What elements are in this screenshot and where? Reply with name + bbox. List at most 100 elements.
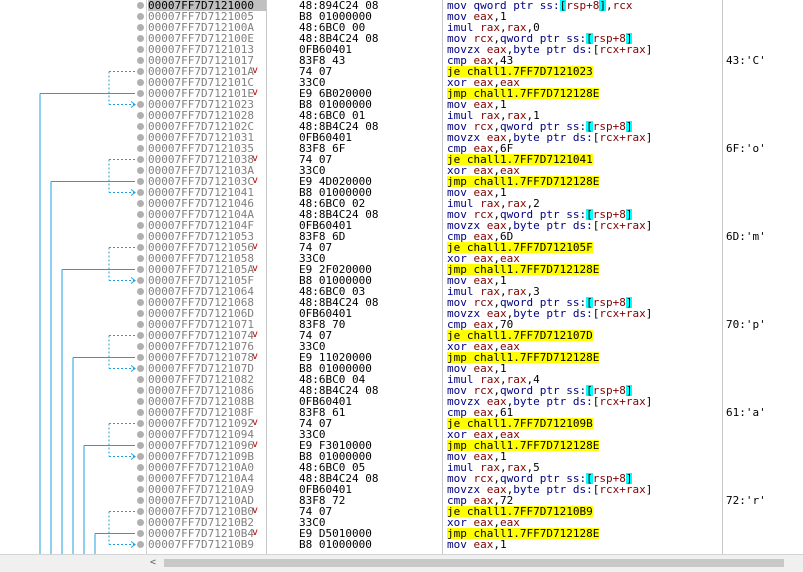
instruction-row[interactable]: 00007FF7D71210B2 33C0 xor eax,eax — [0, 517, 803, 528]
instruction-row[interactable]: 00007FF7D71210A0 48:6BC0 05 imul rax,rax,5 — [0, 462, 803, 473]
instruction-row[interactable]: 00007FF7D712105F B8 01000000 mov eax,1 — [0, 275, 803, 286]
breakpoint-dot-icon[interactable] — [137, 255, 144, 262]
instruction-row[interactable]: 00007FF7D7121038 v 74 07 je chall1.7FF7D712… — [0, 153, 803, 165]
instruction-row[interactable]: 00007FF7D71210A9 0FB60401 movzx eax,byte p… — [0, 484, 803, 495]
breakpoint-dot-icon[interactable] — [137, 321, 144, 328]
instruction-row[interactable]: 00007FF7D712104F 0FB60401 movzx eax,byte p… — [0, 220, 803, 231]
instruction-row[interactable]: 00007FF7D712102C 48:8B4C24 08 mov rcx,qwor… — [0, 121, 803, 132]
instruction-row[interactable]: 00007FF7D712104A 48:8B4C24 08 mov rcx,qwor… — [0, 209, 803, 220]
breakpoint-dot-icon[interactable] — [137, 123, 144, 130]
breakpoint-dot-icon[interactable] — [137, 519, 144, 526]
breakpoint-dot-icon[interactable] — [137, 178, 144, 185]
breakpoint-dot-icon[interactable] — [137, 156, 144, 163]
instruction-row[interactable]: 00007FF7D712100A 48:6BC0 00 imul rax,rax,0 — [0, 22, 803, 33]
instruction-row[interactable]: 00007FF7D7121096 v E9 F3010000 jmp chall1.7… — [0, 439, 803, 451]
instruction-row[interactable]: 00007FF7D712101E v E9 6B020000 jmp chall1.7… — [0, 87, 803, 99]
instruction-row[interactable]: 00007FF7D712107D B8 01000000 mov eax,1 — [0, 363, 803, 374]
instruction-row[interactable]: 00007FF7D7121071 83F8 70 cmp eax,70 70:'p' — [0, 319, 803, 330]
breakpoint-dot-icon[interactable] — [137, 409, 144, 416]
breakpoint-dot-icon[interactable] — [137, 211, 144, 218]
instruction-row[interactable]: 00007FF7D7121068 48:8B4C24 08 mov rcx,qwor… — [0, 297, 803, 308]
instruction-row[interactable]: 00007FF7D71210AD 83F8 72 cmp eax,72 72:'r' — [0, 495, 803, 506]
breakpoint-dot-icon[interactable] — [137, 387, 144, 394]
instruction-row[interactable]: 00007FF7D712100E 48:8B4C24 08 mov rcx,qwor… — [0, 33, 803, 44]
instruction-row[interactable]: 00007FF7D7121082 48:6BC0 04 imul rax,rax,4 — [0, 374, 803, 385]
instruction-row[interactable]: 00007FF7D7121023 B8 01000000 mov eax,1 — [0, 99, 803, 110]
instruction-row[interactable]: 00007FF7D712101C 33C0 xor eax,eax — [0, 77, 803, 88]
breakpoint-dot-icon[interactable] — [137, 24, 144, 31]
breakpoint-dot-icon[interactable] — [137, 200, 144, 207]
breakpoint-dot-icon[interactable] — [137, 376, 144, 383]
breakpoint-dot-icon[interactable] — [137, 189, 144, 196]
breakpoint-dot-icon[interactable] — [137, 222, 144, 229]
breakpoint-dot-icon[interactable] — [137, 112, 144, 119]
instruction-row[interactable]: 00007FF7D7121031 0FB60401 movzx eax,byte p… — [0, 132, 803, 143]
instruction-row[interactable]: 00007FF7D7121074 v 74 07 je chall1.7FF7D712… — [0, 329, 803, 341]
instruction-row[interactable]: 00007FF7D7121013 0FB60401 movzx eax,byte p… — [0, 44, 803, 55]
instruction-row[interactable]: 00007FF7D7121086 48:8B4C24 08 mov rcx,qwor… — [0, 385, 803, 396]
breakpoint-dot-icon[interactable] — [137, 288, 144, 295]
breakpoint-dot-icon[interactable] — [137, 508, 144, 515]
breakpoint-dot-icon[interactable] — [137, 420, 144, 427]
breakpoint-dot-icon[interactable] — [137, 354, 144, 361]
breakpoint-dot-icon[interactable] — [137, 530, 144, 537]
instruction-row[interactable]: 00007FF7D7121005 B8 01000000 mov eax,1 — [0, 11, 803, 22]
instruction-row[interactable]: 00007FF7D712101A v 74 07 je chall1.7FF7D712… — [0, 65, 803, 77]
instruction-row[interactable]: 00007FF7D7121092 v 74 07 je chall1.7FF7D712… — [0, 417, 803, 429]
breakpoint-dot-icon[interactable] — [137, 310, 144, 317]
instruction-row[interactable]: 00007FF7D7121076 33C0 xor eax,eax — [0, 341, 803, 352]
instruction-row[interactable]: 00007FF7D7121056 v 74 07 je chall1.7FF7D712… — [0, 241, 803, 253]
breakpoint-dot-icon[interactable] — [137, 365, 144, 372]
breakpoint-dot-icon[interactable] — [137, 442, 144, 449]
breakpoint-dot-icon[interactable] — [137, 486, 144, 493]
scrollbar-thumb[interactable] — [164, 559, 784, 567]
instruction-row[interactable]: 00007FF7D712108F 83F8 61 cmp eax,61 61:'a' — [0, 407, 803, 418]
breakpoint-dot-icon[interactable] — [137, 266, 144, 273]
instruction-row[interactable]: 00007FF7D712106D 0FB60401 movzx eax,byte p… — [0, 308, 803, 319]
instruction-row[interactable]: 00007FF7D7121078 v E9 11020000 jmp chall1.7… — [0, 351, 803, 363]
instruction-row[interactable]: 00007FF7D7121064 48:6BC0 03 imul rax,rax,3 — [0, 286, 803, 297]
horizontal-scrollbar[interactable]: < — [0, 554, 803, 572]
instruction-row[interactable]: 00007FF7D7121017 83F8 43 cmp eax,43 43:'C' — [0, 55, 803, 66]
instruction-row[interactable]: 00007FF7D7121053 83F8 6D cmp eax,6D 6D:'m' — [0, 231, 803, 242]
breakpoint-dot-icon[interactable] — [137, 277, 144, 284]
instruction-row[interactable]: 00007FF7D7121046 48:6BC0 02 imul rax,rax,2 — [0, 198, 803, 209]
breakpoint-dot-icon[interactable] — [137, 2, 144, 9]
instruction-row[interactable]: 00007FF7D7121035 83F8 6F cmp eax,6F 6F:'o' — [0, 143, 803, 154]
breakpoint-dot-icon[interactable] — [137, 13, 144, 20]
instruction-row[interactable]: 00007FF7D7121000 48:894C24 08 mov qword pt… — [0, 0, 803, 11]
instruction-row[interactable]: 00007FF7D712109B B8 01000000 mov eax,1 — [0, 451, 803, 462]
disassembly-view[interactable]: 00007FF7D7121000 48:894C24 08 mov qword pt… — [0, 0, 803, 554]
breakpoint-dot-icon[interactable] — [137, 541, 144, 548]
instruction-row[interactable]: 00007FF7D71210B0 v 74 07 je chall1.7FF7D712… — [0, 505, 803, 517]
breakpoint-dot-icon[interactable] — [137, 57, 144, 64]
instruction-row[interactable]: 00007FF7D71210B4 v E9 D5010000 jmp chall1.7… — [0, 527, 803, 539]
breakpoint-dot-icon[interactable] — [137, 134, 144, 141]
scroll-left-arrow-icon[interactable]: < — [147, 557, 159, 569]
breakpoint-dot-icon[interactable] — [137, 244, 144, 251]
breakpoint-dot-icon[interactable] — [137, 46, 144, 53]
breakpoint-dot-icon[interactable] — [137, 431, 144, 438]
breakpoint-dot-icon[interactable] — [137, 145, 144, 152]
breakpoint-dot-icon[interactable] — [137, 343, 144, 350]
instruction-row[interactable]: 00007FF7D7121028 48:6BC0 01 imul rax,rax,1 — [0, 110, 803, 121]
breakpoint-dot-icon[interactable] — [137, 79, 144, 86]
breakpoint-dot-icon[interactable] — [137, 453, 144, 460]
breakpoint-dot-icon[interactable] — [137, 101, 144, 108]
instruction-row[interactable]: 00007FF7D712103A 33C0 xor eax,eax — [0, 165, 803, 176]
breakpoint-dot-icon[interactable] — [137, 90, 144, 97]
breakpoint-dot-icon[interactable] — [137, 398, 144, 405]
instruction-row[interactable]: 00007FF7D71210B9 B8 01000000 mov eax,1 — [0, 539, 803, 550]
breakpoint-dot-icon[interactable] — [137, 68, 144, 75]
instruction-row[interactable]: 00007FF7D712105A v E9 2F020000 jmp chall1.7… — [0, 263, 803, 275]
breakpoint-dot-icon[interactable] — [137, 167, 144, 174]
breakpoint-dot-icon[interactable] — [137, 497, 144, 504]
breakpoint-dot-icon[interactable] — [137, 233, 144, 240]
instruction-row[interactable]: 00007FF7D71210A4 48:8B4C24 08 mov rcx,qwor… — [0, 473, 803, 484]
instruction-row[interactable]: 00007FF7D712103C v E9 4D020000 jmp chall1.7… — [0, 175, 803, 187]
breakpoint-dot-icon[interactable] — [137, 464, 144, 471]
instruction-row[interactable]: 00007FF7D712108B 0FB60401 movzx eax,byte p… — [0, 396, 803, 407]
breakpoint-dot-icon[interactable] — [137, 299, 144, 306]
breakpoint-dot-icon[interactable] — [137, 332, 144, 339]
instruction-row[interactable]: 00007FF7D7121041 B8 01000000 mov eax,1 — [0, 187, 803, 198]
